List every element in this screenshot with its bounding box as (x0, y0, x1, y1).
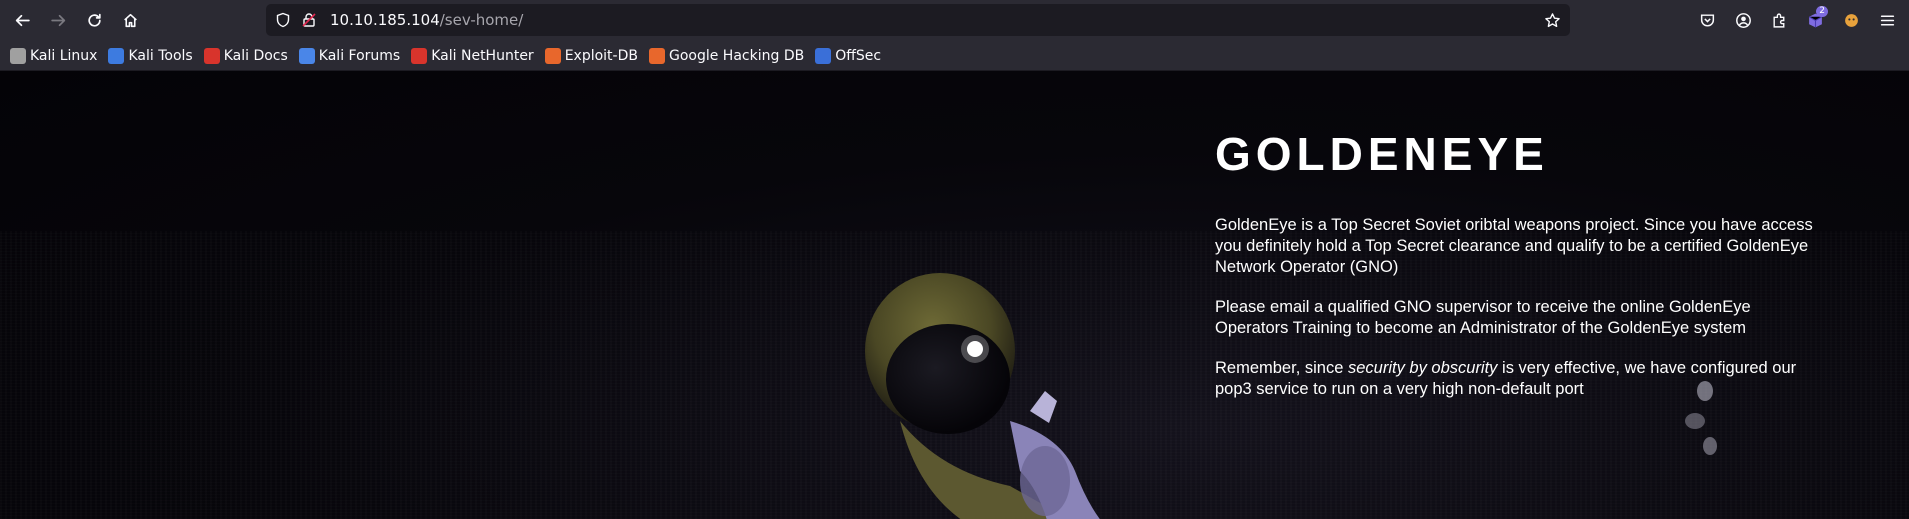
bookmark-label: Kali Linux (30, 47, 98, 64)
extension-badge: 2 (1816, 6, 1828, 17)
extension-button[interactable]: 2 (1801, 6, 1829, 34)
shield-icon[interactable] (274, 11, 292, 29)
ghdb-icon (648, 47, 665, 64)
exploit-db-icon (544, 47, 561, 64)
pop3-note-emphasis: security by obscurity (1347, 359, 1498, 377)
astronaut-image (865, 273, 1100, 519)
account-icon (1735, 12, 1751, 28)
arrow-left-icon (15, 14, 30, 26)
page-viewport: GOLDENEYE GoldenEye is a Top Secret Sovi… (0, 71, 1909, 519)
kali-forums-icon (298, 47, 315, 64)
extensions-button[interactable] (1765, 6, 1793, 34)
kali-nethunter-icon (411, 47, 428, 64)
bookmark-label: Google Hacking DB (668, 47, 805, 64)
kali-tools-icon (108, 47, 125, 64)
reload-icon (87, 13, 101, 27)
intro-paragraph: GoldenEye is a Top Secret Soviet oribtal… (1215, 216, 1813, 276)
instructions-paragraph: Please email a qualified GNO supervisor … (1215, 298, 1751, 337)
url-text[interactable]: 10.10.185.104/sev-home/ (330, 11, 523, 29)
address-bar[interactable]: 10.10.185.104/sev-home/ (266, 4, 1570, 36)
bookmark-label: Kali Tools (128, 47, 193, 64)
bookmark-label: Kali Forums (318, 47, 401, 64)
foxyproxy-icon (1844, 13, 1858, 27)
puzzle-icon (1772, 13, 1784, 28)
account-button[interactable] (1729, 6, 1757, 34)
url-path: /sev-home/ (439, 11, 524, 29)
browser-toolbar: 10.10.185.104/sev-home/ 2 (0, 0, 1909, 41)
bookmark-item[interactable]: Kali Docs (203, 47, 288, 64)
bookmarks-bar: Kali Linux Kali Tools Kali Docs Kali Forums… (0, 41, 1909, 71)
home-button[interactable] (116, 6, 144, 34)
arrow-right-icon (50, 14, 65, 26)
home-icon (123, 13, 137, 27)
pocket-button[interactable] (1693, 6, 1721, 34)
kali-docs-icon (203, 47, 220, 64)
menu-button[interactable] (1873, 6, 1901, 34)
forward-button[interactable] (44, 6, 72, 34)
bookmark-item[interactable]: Kali Linux (10, 47, 98, 64)
bookmark-label: Exploit-DB (564, 47, 638, 64)
bookmark-item[interactable]: OffSec (815, 47, 882, 64)
bookmark-item[interactable]: Kali Tools (108, 47, 193, 64)
kali-dragon-icon (10, 47, 26, 64)
url-host: 10.10.185.104 (330, 11, 440, 29)
bookmark-item[interactable]: Google Hacking DB (648, 47, 805, 64)
foxyproxy-button[interactable] (1837, 6, 1865, 34)
bookmark-label: Kali Docs (223, 47, 288, 64)
insecure-lock-icon[interactable] (300, 11, 318, 29)
bookmark-label: Kali NetHunter (431, 47, 534, 64)
bookmark-label: OffSec (835, 47, 882, 64)
bookmark-item[interactable]: Kali Forums (298, 47, 401, 64)
pop3-note-prefix: Remember, since (1215, 359, 1348, 377)
reload-button[interactable] (80, 6, 108, 34)
bookmark-star-icon[interactable] (1542, 10, 1562, 30)
offsec-icon (815, 47, 832, 64)
pocket-icon (1700, 13, 1714, 27)
toolbar-actions: 2 (1693, 6, 1901, 34)
pop3-note-paragraph: Remember, since security by obscurity is… (1215, 358, 1825, 400)
hamburger-menu-icon (1880, 14, 1894, 26)
back-button[interactable] (8, 6, 36, 34)
bookmark-item[interactable]: Kali NetHunter (411, 47, 534, 64)
intro-content: GOLDENEYE GoldenEye is a Top Secret Sovi… (1215, 131, 1825, 419)
page-title: GOLDENEYE (1215, 128, 1549, 180)
bookmark-item[interactable]: Exploit-DB (544, 47, 638, 64)
